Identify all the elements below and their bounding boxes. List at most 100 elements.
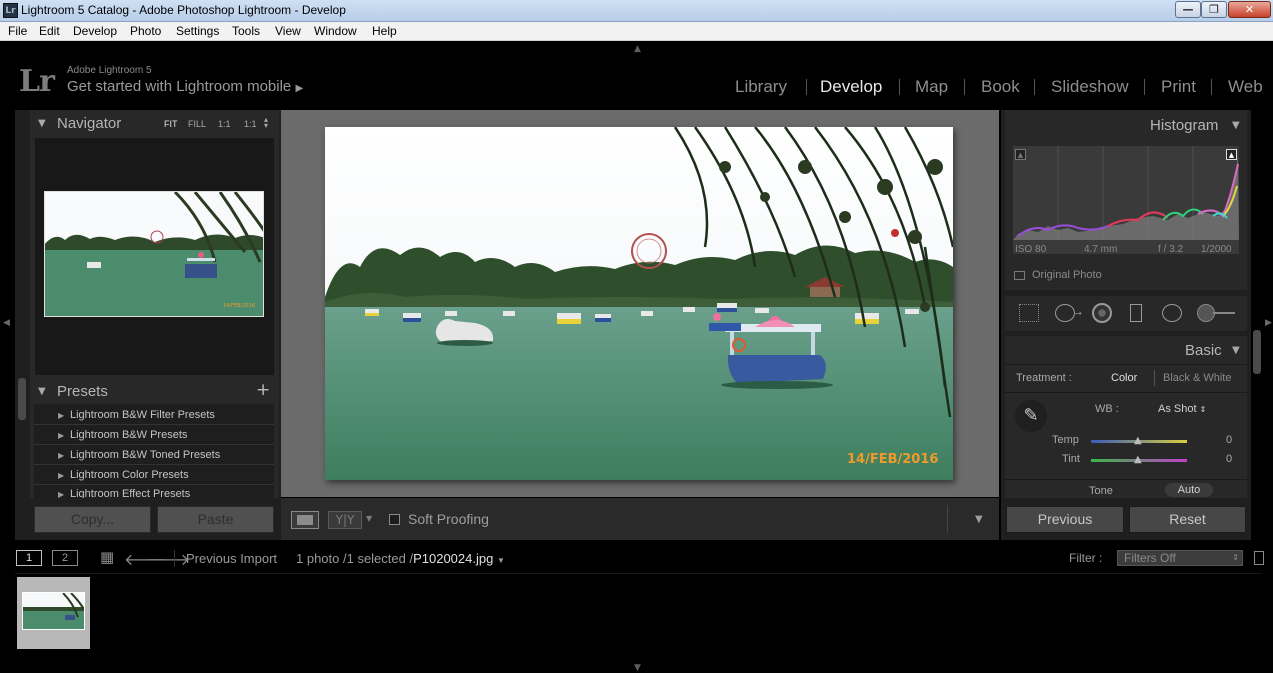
module-print[interactable]: Print (1161, 77, 1196, 97)
copy-button[interactable]: Copy... (34, 506, 151, 533)
main-photo-image: 14/FEB/2016 (325, 127, 953, 480)
minimize-button[interactable]: — (1175, 1, 1201, 18)
loupe-view-button[interactable] (291, 511, 319, 529)
red-eye-icon[interactable] (1092, 303, 1112, 323)
left-panel-scrollbar[interactable] (18, 378, 26, 420)
shadow-clipping-icon[interactable]: ▲ (1015, 149, 1026, 160)
filter-lock-icon[interactable] (1254, 551, 1264, 565)
menu-file[interactable]: File (8, 24, 27, 38)
add-preset-icon[interactable]: + (256, 380, 270, 400)
wb-label: WB : (1095, 403, 1119, 415)
menu-settings[interactable]: Settings (176, 24, 219, 38)
preset-folder[interactable]: ▶ Lightroom Effect Presets (58, 488, 190, 498)
main-photo[interactable]: 14/FEB/2016 (325, 127, 953, 480)
module-separator (1144, 79, 1145, 95)
filmstrip-thumbnail-cell[interactable] (17, 577, 90, 649)
preset-folder[interactable]: ▶ Lightroom B&W Presets (58, 429, 187, 441)
secondary-window-button[interactable]: 2 (52, 550, 78, 566)
dropdown-arrow-icon[interactable]: ▼ (366, 514, 372, 523)
tint-slider-thumb-icon[interactable]: ▲ (1134, 454, 1142, 465)
dropdown-arrow-icon: ▼ (496, 556, 505, 565)
right-panel-toggle-icon[interactable]: ▶ (1265, 319, 1272, 328)
crop-overlay-icon[interactable] (1019, 304, 1039, 322)
highlight-clipping-icon[interactable]: ▲ (1226, 149, 1237, 160)
menu-tools[interactable]: Tools (232, 24, 260, 38)
module-book[interactable]: Book (981, 77, 1020, 97)
lightroom-mobile-link[interactable]: Get started with Lightroom mobile ▶ (67, 78, 303, 95)
selection-count: 1 photo /1 selected / (296, 551, 414, 566)
paste-button[interactable]: Paste (157, 506, 274, 533)
left-panel-toggle-icon[interactable]: ◀ (3, 319, 10, 328)
module-map[interactable]: Map (915, 77, 948, 97)
treatment-color-option[interactable]: Color (1111, 372, 1137, 384)
maximize-button[interactable]: ❐ (1201, 1, 1227, 18)
bottom-panel-toggle-icon[interactable]: ▼ (634, 664, 641, 673)
module-slideshow[interactable]: Slideshow (1051, 77, 1129, 97)
menu-view[interactable]: View (275, 24, 301, 38)
collapse-triangle-icon[interactable]: ▼ (38, 118, 46, 129)
previous-button[interactable]: Previous (1006, 506, 1124, 533)
graduated-filter-icon[interactable] (1130, 304, 1142, 322)
loupe-icon (297, 515, 313, 525)
zoom-stepper-icon[interactable]: ▴ ▾ (264, 116, 268, 130)
module-web[interactable]: Web (1228, 77, 1263, 97)
window-title: Lightroom 5 Catalog - Adobe Photoshop Li… (21, 3, 346, 17)
temp-value[interactable]: 0 (1226, 434, 1232, 446)
photo-date-stamp: 14/FEB/2016 (847, 452, 938, 467)
original-photo-checkbox[interactable] (1014, 271, 1025, 280)
divider (1005, 479, 1247, 480)
navigator-thumbnail[interactable]: 14/FEB/2016 (44, 191, 264, 317)
reset-button[interactable]: Reset (1129, 506, 1246, 533)
preset-folder-label: Lightroom B&W Presets (70, 429, 188, 441)
module-library[interactable]: Library (735, 77, 787, 97)
top-panel-toggle-icon[interactable]: ▲ (634, 45, 641, 54)
zoom-custom[interactable]: 1:1 (244, 119, 257, 129)
divider (1154, 370, 1155, 386)
collapse-triangle-icon[interactable]: ▼ (38, 386, 46, 397)
module-develop[interactable]: Develop (820, 77, 882, 97)
primary-window-button[interactable]: 1 (16, 550, 42, 566)
zoom-fit[interactable]: FIT (164, 119, 178, 129)
temp-label: Temp (1052, 434, 1079, 446)
forward-arrow-icon[interactable]: 🡒 (147, 549, 190, 569)
source-label[interactable]: Previous Import (186, 551, 277, 566)
collapse-triangle-icon[interactable]: ▼ (1232, 120, 1240, 131)
soft-proofing-checkbox[interactable] (389, 514, 400, 525)
toolbar-menu-icon[interactable]: ▼ (975, 514, 983, 525)
preset-folder[interactable]: ▶ Lightroom B&W Toned Presets (58, 449, 220, 461)
menu-develop[interactable]: Develop (73, 24, 117, 38)
treatment-bw-option[interactable]: Black & White (1163, 372, 1231, 384)
close-button[interactable]: ✕ (1228, 1, 1271, 18)
preset-folder-label: Lightroom B&W Filter Presets (70, 409, 215, 421)
grid-view-icon[interactable]: ▦ (100, 550, 114, 565)
temp-slider-thumb-icon[interactable]: ▲ (1134, 435, 1142, 446)
wb-value[interactable]: As Shot ⇕ (1158, 403, 1206, 415)
menu-help[interactable]: Help (372, 24, 397, 38)
menu-edit[interactable]: Edit (39, 24, 60, 38)
treatment-label: Treatment : (1016, 372, 1072, 384)
radial-filter-icon[interactable] (1162, 304, 1182, 322)
presets-panel: ▼ Presets + ▶ Lightroom B&W Filter Preset… (30, 380, 279, 498)
play-arrow-icon: ▶ (295, 83, 304, 94)
zoom-1to1[interactable]: 1:1 (218, 119, 231, 129)
before-after-button[interactable]: Y|Y (328, 511, 362, 529)
collapse-triangle-icon[interactable]: ▼ (1232, 345, 1240, 356)
menu-window[interactable]: Window (314, 24, 357, 38)
divider (34, 484, 274, 485)
preset-folder[interactable]: ▶ Lightroom Color Presets (58, 469, 189, 481)
selection-info[interactable]: 1 photo /1 selected /P1020024.jpg ▼ (296, 551, 505, 566)
divider (34, 424, 274, 425)
filmstrip (15, 573, 1262, 661)
menu-photo[interactable]: Photo (130, 24, 161, 38)
zoom-fill[interactable]: FILL (188, 119, 206, 129)
preset-folder[interactable]: ▶ Lightroom B&W Filter Presets (58, 409, 215, 421)
divider (34, 444, 274, 445)
right-panel-scrollbar[interactable] (1253, 330, 1261, 374)
tint-value[interactable]: 0 (1226, 453, 1232, 465)
filter-dropdown[interactable]: Filters Off ⇕ (1117, 550, 1243, 566)
white-balance-picker-icon[interactable]: ✎ (1015, 400, 1047, 432)
auto-tone-button[interactable]: Auto (1165, 483, 1213, 497)
menu-bar: File Edit Develop Photo Settings Tools V… (0, 22, 1273, 41)
original-photo-label: Original Photo (1032, 269, 1102, 281)
spot-removal-icon[interactable] (1055, 304, 1075, 322)
